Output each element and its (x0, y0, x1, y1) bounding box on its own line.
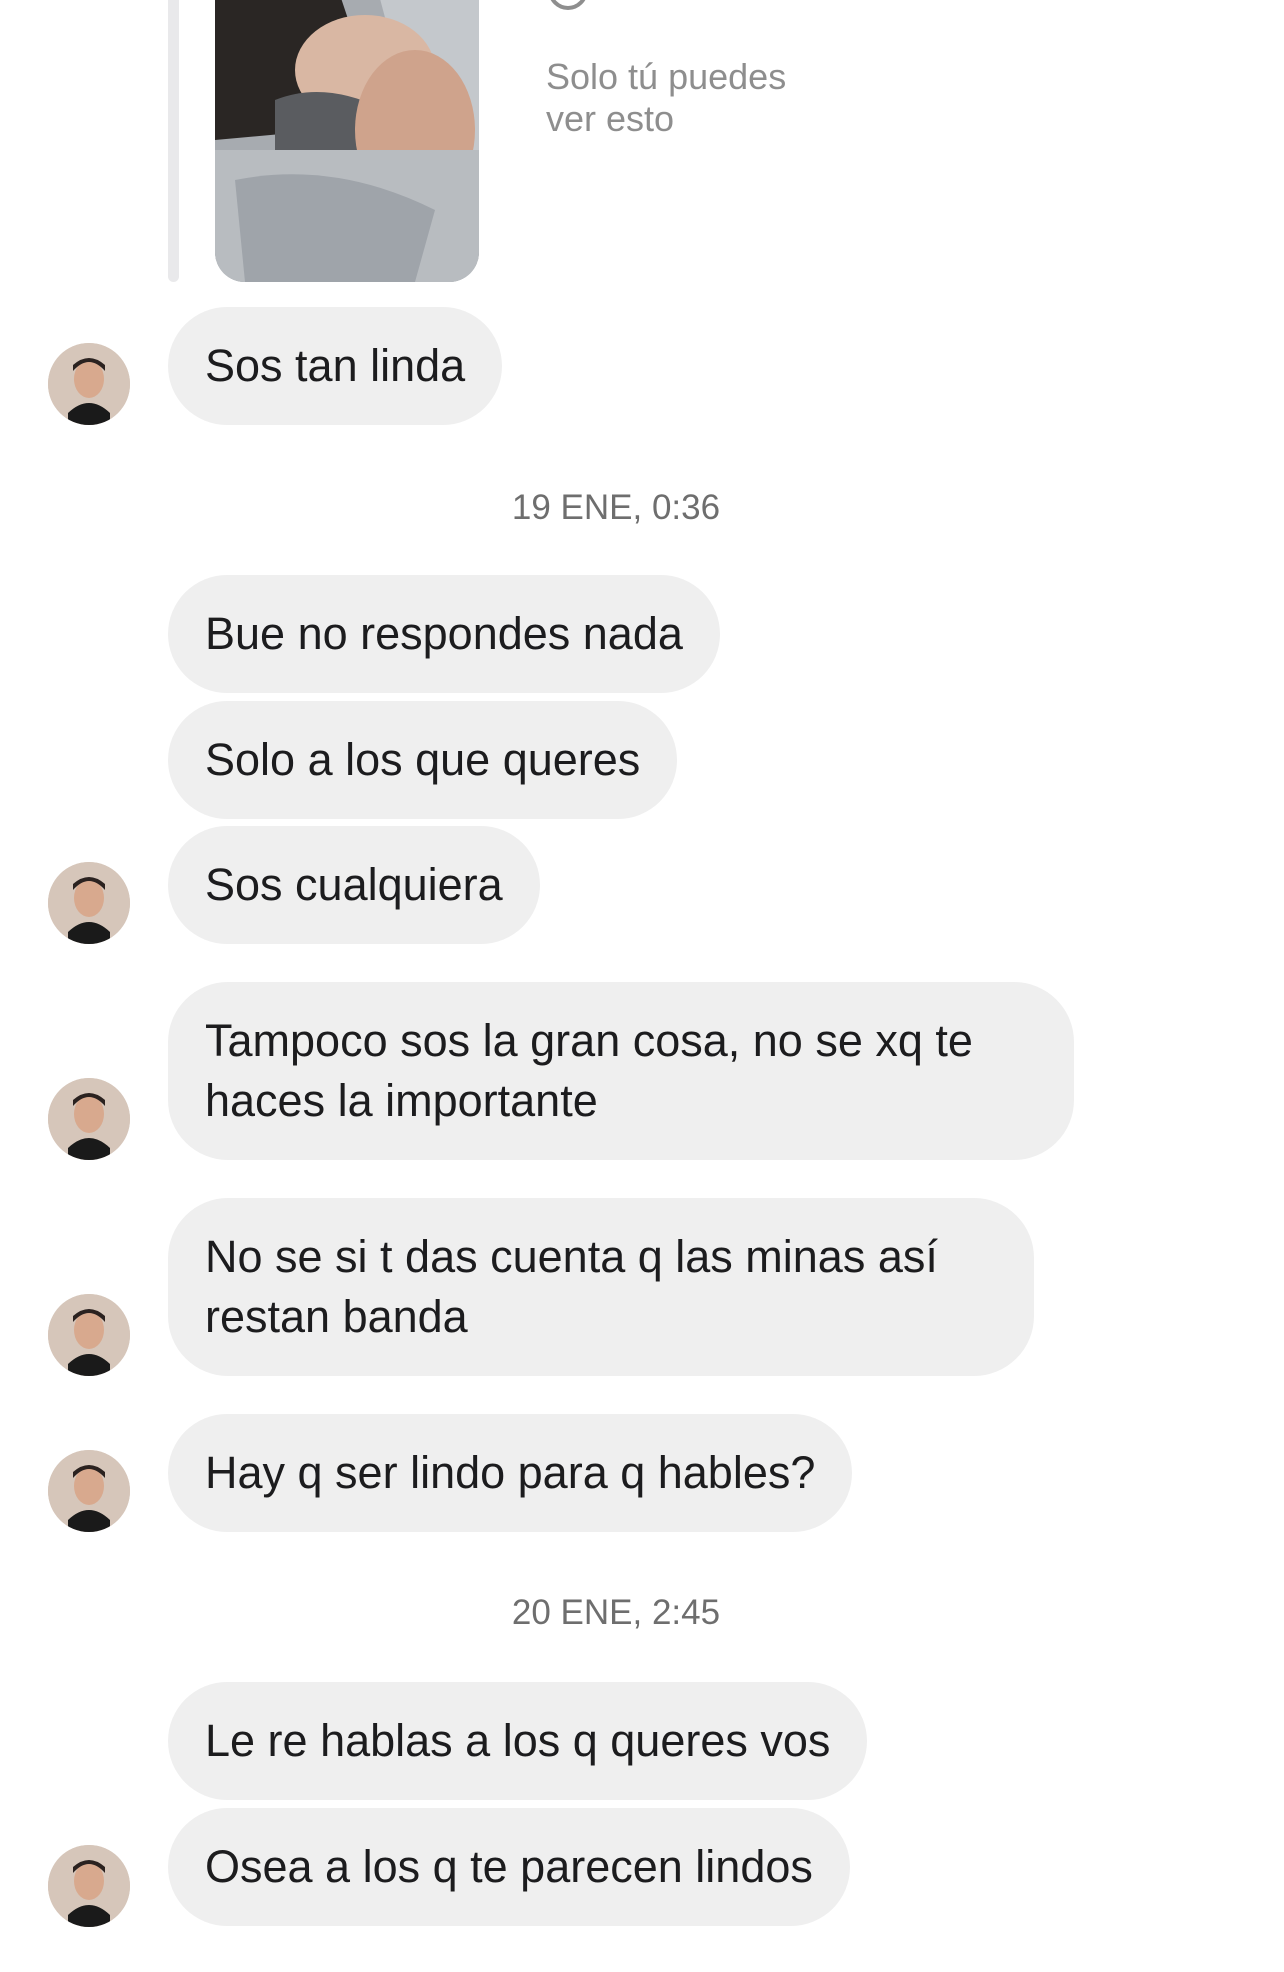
avatar[interactable] (48, 343, 130, 425)
message-bubble[interactable]: Le re hablas a los q queres vos (168, 1682, 868, 1800)
reply-indicator-bar (168, 0, 179, 282)
message-bubble[interactable]: Hay q ser lindo para q hables? (168, 1414, 853, 1532)
avatar[interactable] (48, 862, 130, 944)
photo-message[interactable] (215, 0, 479, 282)
avatar[interactable] (48, 1078, 130, 1160)
avatar[interactable] (48, 1294, 130, 1376)
message-bubble[interactable]: Bue no respondes nada (168, 575, 720, 693)
photo-thumbnail-icon (215, 0, 479, 282)
avatar[interactable] (48, 1450, 130, 1532)
avatar-photo-icon (48, 1294, 130, 1376)
avatar-photo-icon (48, 1450, 130, 1532)
private-notice: Solo tú puedes ver esto (546, 56, 787, 139)
message-bubble[interactable]: No se si t das cuenta q las minas así re… (168, 1198, 1034, 1376)
avatar-photo-icon (48, 1845, 130, 1927)
message-bubble[interactable]: Solo a los que queres (168, 701, 678, 819)
avatar[interactable] (48, 1845, 130, 1927)
message-bubble[interactable]: Tampoco sos la gran cosa, no se xq te ha… (168, 982, 1074, 1160)
message-bubble[interactable]: Osea a los q te parecen lindos (168, 1808, 850, 1926)
avatar-photo-icon (48, 862, 130, 944)
timestamp: 20 ENE, 2:45 (511, 1593, 721, 1632)
message-bubble[interactable]: Sos tan linda (168, 307, 503, 425)
message-bubble[interactable]: Sos cualquiera (168, 826, 540, 944)
loading-circle-icon (550, 0, 586, 10)
avatar-photo-icon (48, 343, 130, 425)
avatar-photo-icon (48, 1078, 130, 1160)
timestamp: 19 ENE, 0:36 (511, 488, 721, 527)
